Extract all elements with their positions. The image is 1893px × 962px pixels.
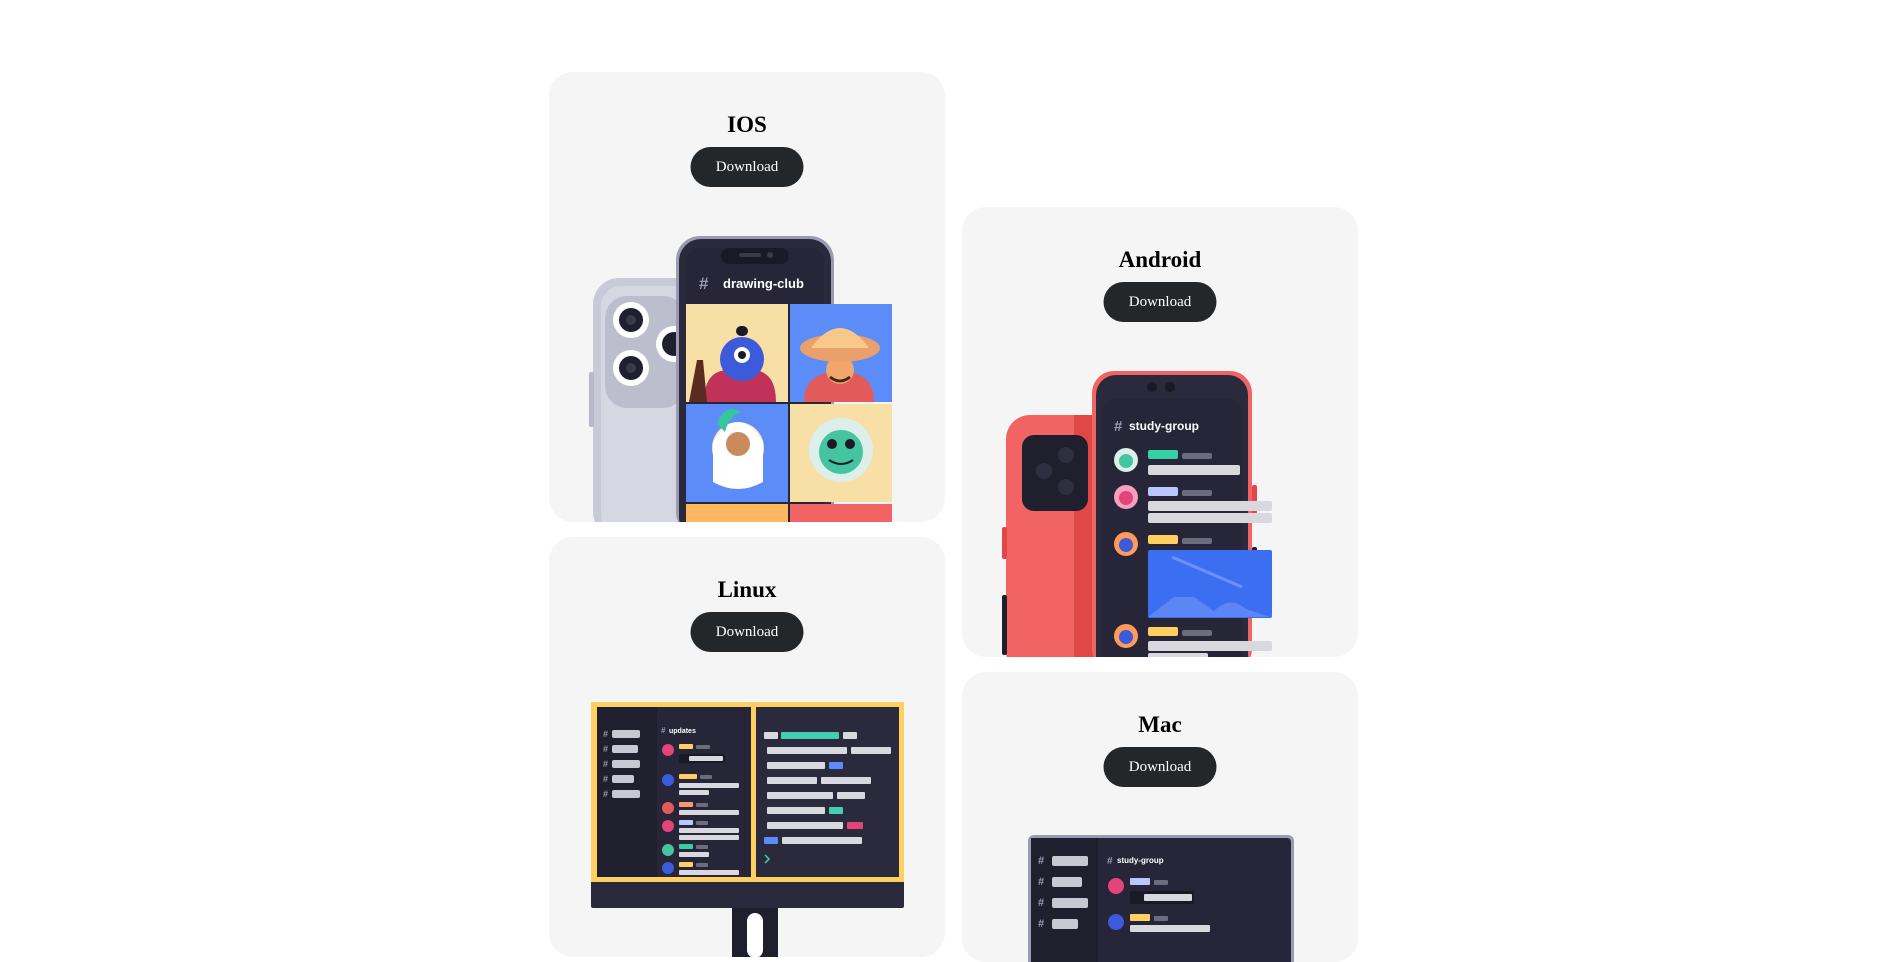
svg-text:#: # <box>603 789 608 799</box>
ios-download-card: IOS Download # drawing-club <box>549 72 945 522</box>
svg-text:#: # <box>1107 856 1113 867</box>
svg-text:#: # <box>661 726 666 735</box>
android-download-card: Android Download # study-group <box>962 207 1358 657</box>
svg-text:#: # <box>1038 876 1044 888</box>
svg-text:#: # <box>603 759 608 769</box>
svg-text:#: # <box>699 274 709 293</box>
linux-monitor-illustration: # # # # # # updates <box>591 702 904 957</box>
svg-text:#: # <box>603 774 608 784</box>
mac-channel-name: study-group <box>1117 856 1164 865</box>
svg-text:#: # <box>1038 855 1044 867</box>
svg-text:#: # <box>1114 418 1123 435</box>
linux-channel-name: updates <box>669 728 696 735</box>
android-channel-name: study-group <box>1129 419 1199 433</box>
svg-text:#: # <box>603 744 608 754</box>
ios-channel-name: drawing-club <box>723 276 804 291</box>
linux-download-card: Linux Download # # # # # # updates <box>549 537 945 957</box>
mac-download-card: Mac Download # # # # # study-group <box>962 672 1358 962</box>
android-phone-illustration: # study-group <box>1002 371 1272 657</box>
iphone-illustration: # drawing-club <box>589 236 892 522</box>
svg-text:#: # <box>1038 918 1044 930</box>
svg-text:#: # <box>1038 897 1044 909</box>
macbook-illustration: # # # # # study-group <box>1028 835 1294 962</box>
svg-text:#: # <box>603 729 608 739</box>
